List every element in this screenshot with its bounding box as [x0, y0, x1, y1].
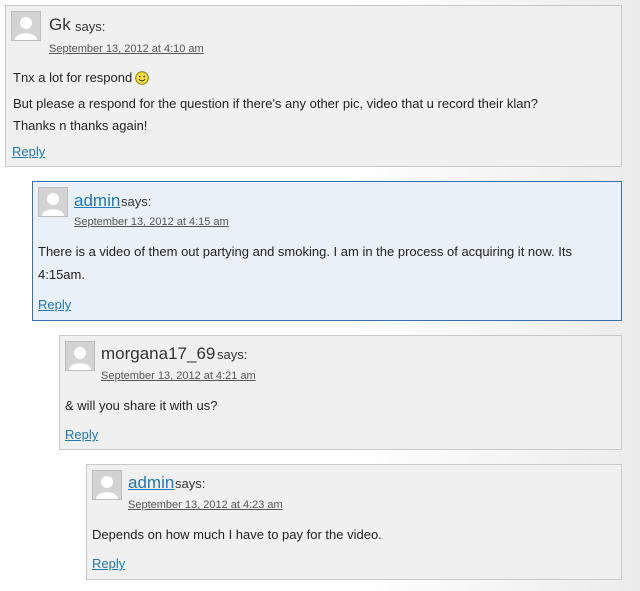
- comment-body: & will you share it with us?: [65, 395, 217, 418]
- says-label: says:: [175, 476, 206, 491]
- says-label: says:: [121, 194, 152, 209]
- comment-line: Thanks n thanks again!: [13, 118, 148, 133]
- comment-date-link[interactable]: September 13, 2012 at 4:23 am: [128, 499, 283, 511]
- avatar: [11, 11, 41, 41]
- smiley-icon: [135, 70, 150, 93]
- comment-body: There is a video of them out partying an…: [38, 241, 572, 286]
- comment-morgana: morgana17_69 says: September 13, 2012 at…: [59, 335, 622, 450]
- says-label: says:: [217, 347, 248, 362]
- comment-date-link[interactable]: September 13, 2012 at 4:21 am: [101, 370, 256, 382]
- comment-body: Depends on how much I have to pay for th…: [92, 524, 382, 547]
- reply-link[interactable]: Reply: [12, 144, 45, 159]
- avatar: [92, 470, 122, 500]
- comment-date-link[interactable]: September 13, 2012 at 4:15 am: [74, 216, 229, 228]
- comment-line: But please a respond for the question if…: [13, 95, 538, 111]
- reply-link[interactable]: Reply: [65, 427, 98, 442]
- comment-line: 4:15am.: [38, 266, 85, 282]
- comment-author: Gk: [49, 15, 71, 34]
- comment-admin-1: admin says: September 13, 2012 at 4:15 a…: [32, 181, 622, 321]
- comment-line: There is a video of them out partying an…: [38, 244, 572, 259]
- reply-link[interactable]: Reply: [92, 556, 125, 571]
- comment-admin-2: admin says: September 13, 2012 at 4:23 a…: [86, 464, 622, 580]
- comment-gk: Gk says: September 13, 2012 at 4:10 am T…: [5, 5, 622, 167]
- comment-author-link[interactable]: admin: [128, 473, 174, 493]
- comment-author: morgana17_69: [101, 344, 216, 363]
- comment-date-link[interactable]: September 13, 2012 at 4:10 am: [49, 43, 204, 55]
- comment-author-link[interactable]: admin: [74, 191, 120, 211]
- avatar: [65, 341, 95, 371]
- comment-line: Tnx a lot for respond: [13, 67, 538, 93]
- reply-link[interactable]: Reply: [38, 297, 71, 312]
- comment-body: Tnx a lot for respond But please a respo…: [13, 67, 538, 138]
- comment-line: & will you share it with us?: [65, 398, 218, 413]
- says-label: says:: [75, 19, 106, 34]
- avatar: [38, 187, 68, 217]
- comment-line: Depends on how much I have to pay for th…: [92, 527, 382, 542]
